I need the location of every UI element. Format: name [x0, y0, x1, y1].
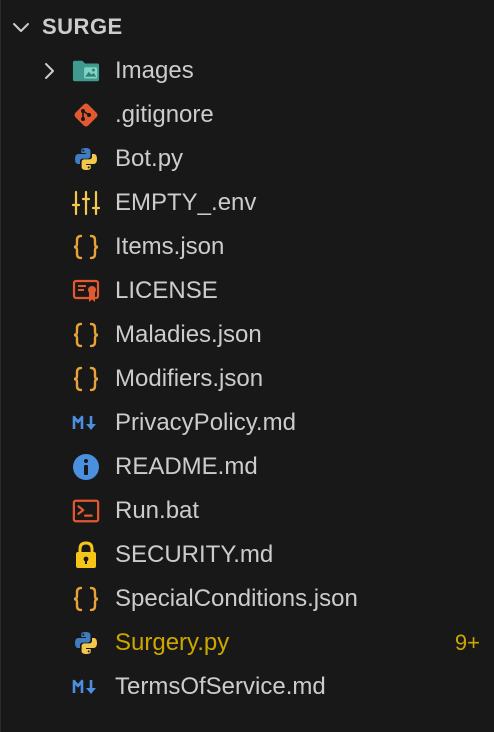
tree-item-label: Bot.py	[115, 145, 184, 172]
tree-item-modifiers-json[interactable]: Modifiers.json	[0, 357, 494, 401]
json-icon	[72, 366, 100, 392]
tree-item-items-json[interactable]: Items.json	[0, 225, 494, 269]
file-tree: Images .gitignore Bot.py EMPTY_.env Item…	[0, 49, 494, 709]
folder-images-icon	[72, 59, 100, 83]
tree-item-label: Images	[115, 57, 194, 84]
markdown-icon	[72, 411, 100, 435]
tree-item-run-bat[interactable]: Run.bat	[0, 489, 494, 533]
lock-icon	[72, 541, 100, 568]
tree-item-label: Run.bat	[115, 497, 200, 524]
tree-item-label: SpecialConditions.json	[115, 585, 358, 612]
terminal-icon	[72, 499, 100, 523]
tree-item-readme-md[interactable]: README.md	[0, 445, 494, 489]
explorer-section-header[interactable]: SURGE	[0, 4, 494, 48]
tree-item-label: Modifiers.json	[115, 365, 264, 392]
tree-item-termsofservice-md[interactable]: TermsOfService.md	[0, 665, 494, 709]
tree-item-license[interactable]: LICENSE	[0, 269, 494, 313]
tree-item-gitignore[interactable]: .gitignore	[0, 93, 494, 137]
python-icon	[72, 631, 100, 655]
tree-item-specialconditions-json[interactable]: SpecialConditions.json	[0, 577, 494, 621]
tree-item-label: README.md	[115, 453, 258, 480]
explorer-panel: SURGE Images .gitignore Bot.py EMPTY_.en…	[0, 0, 494, 732]
tree-item-privacypolicy-md[interactable]: PrivacyPolicy.md	[0, 401, 494, 445]
json-icon	[72, 586, 100, 612]
python-icon	[72, 147, 100, 171]
tree-item-empty-env[interactable]: EMPTY_.env	[0, 181, 494, 225]
tree-item-label: Maladies.json	[115, 321, 262, 348]
tree-item-label: TermsOfService.md	[115, 673, 326, 700]
tree-item-label: Items.json	[115, 233, 225, 260]
tree-item-surgery-py[interactable]: Surgery.py 9+	[0, 621, 494, 665]
git-icon	[72, 103, 100, 127]
tree-item-label: PrivacyPolicy.md	[115, 409, 296, 436]
markdown-icon	[72, 675, 100, 699]
info-icon	[72, 454, 100, 480]
chevron-right-icon[interactable]	[38, 60, 60, 82]
tree-item-maladies-json[interactable]: Maladies.json	[0, 313, 494, 357]
section-title: SURGE	[42, 14, 123, 39]
problems-badge: 9+	[454, 630, 480, 655]
tree-item-bot-py[interactable]: Bot.py	[0, 137, 494, 181]
license-icon	[72, 279, 100, 303]
env-settings-icon	[72, 190, 100, 216]
tree-item-security-md[interactable]: SECURITY.md	[0, 533, 494, 577]
chevron-down-icon[interactable]	[10, 16, 32, 38]
tree-item-label: .gitignore	[115, 101, 214, 128]
tree-item-label: EMPTY_.env	[115, 189, 257, 216]
json-icon	[72, 234, 100, 260]
tree-item-label: SECURITY.md	[115, 541, 274, 568]
tree-item-label: LICENSE	[115, 277, 218, 304]
tree-item-label: Surgery.py	[115, 629, 230, 656]
tree-item-images[interactable]: Images	[0, 49, 494, 93]
json-icon	[72, 322, 100, 348]
